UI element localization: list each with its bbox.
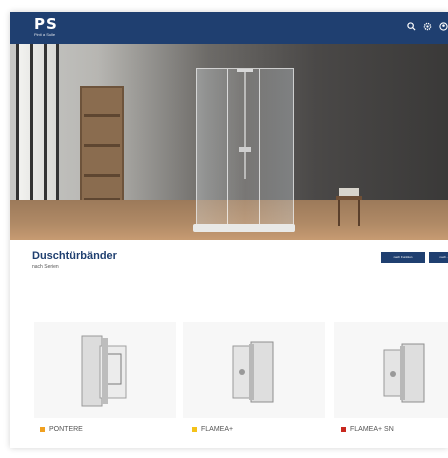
window-light	[16, 44, 59, 204]
product-marker	[40, 427, 45, 432]
wooden-stool	[336, 188, 362, 226]
site-header: PS Pinti a Sulle	[10, 12, 448, 44]
product-label[interactable]: PONTERE	[40, 426, 83, 433]
section-title: Duschtürbänder	[32, 250, 117, 262]
account-icon[interactable]	[439, 22, 448, 31]
gear-icon[interactable]	[423, 22, 432, 31]
product-label[interactable]: FLAMEA+ SN	[341, 426, 394, 433]
logo-mark: PS	[34, 15, 58, 33]
product-card-flamea-plus-sn[interactable]	[334, 322, 448, 418]
product-name: FLAMEA+	[201, 426, 234, 433]
product-label[interactable]: FLAMEA+	[192, 426, 233, 433]
filter-more-button[interactable]: nach...	[429, 252, 448, 263]
shower-tray	[193, 224, 295, 232]
product-card-flamea-plus[interactable]	[183, 322, 325, 418]
page-frame: PS Pinti a Sulle Duschtürbänder nach Ser…	[10, 12, 448, 448]
section-subtitle: nach Serien	[32, 264, 59, 270]
product-marker	[192, 427, 197, 432]
hero-image	[10, 44, 448, 240]
shower-hinge-icon	[81, 335, 127, 407]
shower-hinge-icon	[232, 341, 274, 403]
header-icons	[407, 22, 448, 31]
product-name: FLAMEA+ SN	[350, 426, 394, 433]
product-marker	[341, 427, 346, 432]
glass-shower-enclosure	[196, 68, 294, 232]
search-icon[interactable]	[407, 22, 416, 31]
shower-hinge-icon	[383, 343, 425, 403]
product-card-pontere[interactable]	[34, 322, 176, 418]
logo-tagline: Pinti a Sulle	[34, 32, 56, 37]
wooden-shelf	[80, 86, 124, 216]
product-name: PONTERE	[49, 426, 83, 433]
filter-by-function-button[interactable]: nach Funktion	[381, 252, 425, 263]
site-logo[interactable]: PS Pinti a Sulle	[34, 16, 58, 38]
